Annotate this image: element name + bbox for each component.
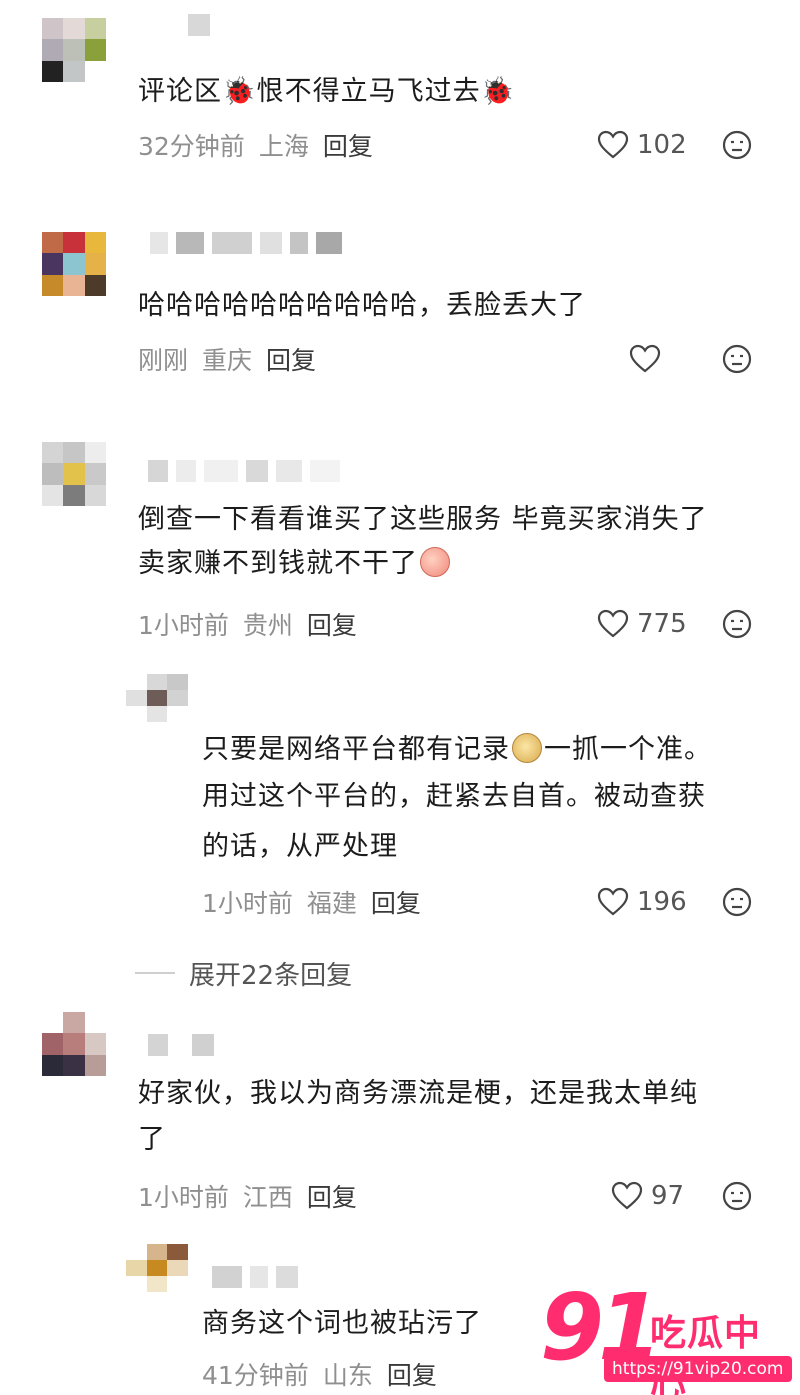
like-button[interactable]: 196: [597, 884, 687, 920]
comment-text-line2: 卖家赚不到钱就不干了: [138, 542, 452, 586]
comment-time: 41分钟前: [202, 1361, 309, 1390]
comment-location: 上海: [258, 132, 309, 161]
expand-replies-button[interactable]: 展开22条回复: [135, 958, 352, 991]
comment-text: 哈哈哈哈哈哈哈哈哈哈，丢脸丢大了: [138, 290, 586, 321]
expand-replies-label: 展开22条回复: [189, 960, 353, 991]
comment-text-line1: 好家伙，我以为商务漂流是梗，还是我太单纯: [138, 1078, 698, 1109]
comment-text-line1: 只要是网络平台都有记录 一抓一个准。: [202, 728, 712, 772]
comment-meta: 1小时前 福建 回复: [202, 884, 421, 920]
avatar[interactable]: [126, 1244, 188, 1292]
dislike-face-icon[interactable]: [721, 343, 753, 375]
avatar[interactable]: [126, 674, 188, 722]
watermark-url: https://91vip20.com: [604, 1356, 792, 1382]
meerkat-emoji-icon: [512, 733, 542, 763]
comment-text-line1: 倒查一下看看谁买了这些服务 毕竟买家消失了: [138, 504, 708, 535]
heart-icon: [629, 344, 661, 373]
reply-button[interactable]: 回复: [371, 884, 421, 920]
avatar[interactable]: [42, 1012, 106, 1076]
comment-text-line1b: 一抓一个准。: [544, 734, 712, 765]
divider-line: [135, 972, 175, 974]
like-button[interactable]: 775: [597, 606, 687, 642]
like-count: 775: [637, 609, 687, 639]
like-count: 97: [651, 1181, 685, 1211]
heart-icon: [597, 130, 629, 159]
reply-button[interactable]: 回复: [387, 1356, 437, 1392]
avatar[interactable]: [42, 232, 106, 296]
dislike-face-icon[interactable]: [721, 129, 753, 161]
username-blurred[interactable]: [188, 14, 210, 40]
comment-time: 1小时前: [138, 1183, 229, 1212]
like-button[interactable]: [629, 341, 669, 377]
comment-text: 商务这个词也被玷污了: [202, 1308, 482, 1339]
comment-meta: 41分钟前 山东 回复: [202, 1356, 437, 1392]
comment-location: 山东: [322, 1361, 373, 1390]
dislike-face-icon[interactable]: [721, 608, 753, 640]
dislike-face-icon[interactable]: [721, 1180, 753, 1212]
avatar[interactable]: [42, 18, 106, 82]
heart-icon: [611, 1181, 643, 1210]
heart-icon: [597, 609, 629, 638]
username-blurred[interactable]: [148, 460, 340, 486]
like-button[interactable]: 97: [611, 1178, 684, 1214]
comment-text-line2: 用过这个平台的，赶紧去自首。被动查获: [202, 781, 706, 812]
comment-text: 评论区🐞恨不得立马飞过去🐞: [138, 76, 516, 107]
heart-icon: [597, 887, 629, 916]
site-watermark: 91 吃瓜中心 https://91vip20.com: [540, 1282, 792, 1395]
reply-button[interactable]: 回复: [323, 127, 373, 163]
reply-button[interactable]: 回复: [307, 1178, 357, 1214]
comment-text-line2: 了: [138, 1124, 166, 1155]
comment-text-line2-text: 卖家赚不到钱就不干了: [138, 548, 418, 579]
username-blurred[interactable]: [150, 232, 342, 258]
comment-location: 福建: [306, 889, 357, 918]
comment-meta: 刚刚 重庆 回复: [138, 341, 316, 377]
avatar[interactable]: [42, 442, 106, 506]
like-count: 196: [637, 887, 687, 917]
reply-button[interactable]: 回复: [266, 341, 316, 377]
comment-meta: 1小时前 贵州 回复: [138, 606, 357, 642]
comment-location: 贵州: [242, 611, 293, 640]
comment-meta: 1小时前 江西 回复: [138, 1178, 357, 1214]
username-blurred[interactable]: [148, 1034, 214, 1060]
comment-time: 32分钟前: [138, 132, 245, 161]
like-count: 102: [637, 130, 687, 160]
reply-button[interactable]: 回复: [307, 606, 357, 642]
comment-location: 重庆: [202, 346, 253, 375]
comment-time: 1小时前: [202, 889, 293, 918]
username-blurred[interactable]: [212, 1266, 298, 1292]
comment-time: 刚刚: [138, 346, 189, 375]
dislike-face-icon[interactable]: [721, 886, 753, 918]
comment-meta: 32分钟前 上海 回复: [138, 127, 373, 163]
peach-emoji-icon: [420, 547, 450, 577]
comment-text-line3: 的话，从严处理: [202, 831, 398, 862]
like-button[interactable]: 102: [597, 127, 687, 163]
comment-location: 江西: [242, 1183, 293, 1212]
comment-time: 1小时前: [138, 611, 229, 640]
comment-text-line1a: 只要是网络平台都有记录: [202, 734, 510, 765]
